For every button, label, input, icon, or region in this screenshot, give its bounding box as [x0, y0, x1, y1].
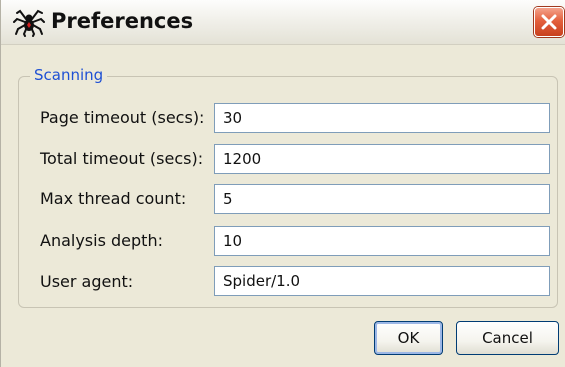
page-timeout-label: Page timeout (secs): — [40, 108, 205, 127]
preferences-dialog: Preferences Scanning Page timeout (secs)… — [0, 0, 565, 367]
analysis-depth-label: Analysis depth: — [40, 231, 163, 250]
window-title: Preferences — [51, 9, 194, 33]
close-button[interactable] — [534, 7, 564, 37]
spider-icon — [13, 7, 45, 37]
close-icon — [541, 14, 557, 30]
max-thread-count-label: Max thread count: — [40, 189, 187, 208]
user-agent-label: User agent: — [40, 272, 134, 291]
max-thread-count-input[interactable] — [214, 184, 550, 214]
analysis-depth-input[interactable] — [214, 226, 550, 256]
cancel-button[interactable]: Cancel — [456, 321, 559, 355]
title-bar[interactable]: Preferences — [1, 0, 565, 45]
total-timeout-input[interactable] — [214, 144, 550, 174]
page-timeout-input[interactable] — [214, 103, 550, 133]
user-agent-input[interactable] — [214, 266, 550, 296]
total-timeout-label: Total timeout (secs): — [40, 149, 204, 168]
scanning-group-legend: Scanning — [30, 65, 108, 85]
ok-button[interactable]: OK — [374, 321, 443, 355]
